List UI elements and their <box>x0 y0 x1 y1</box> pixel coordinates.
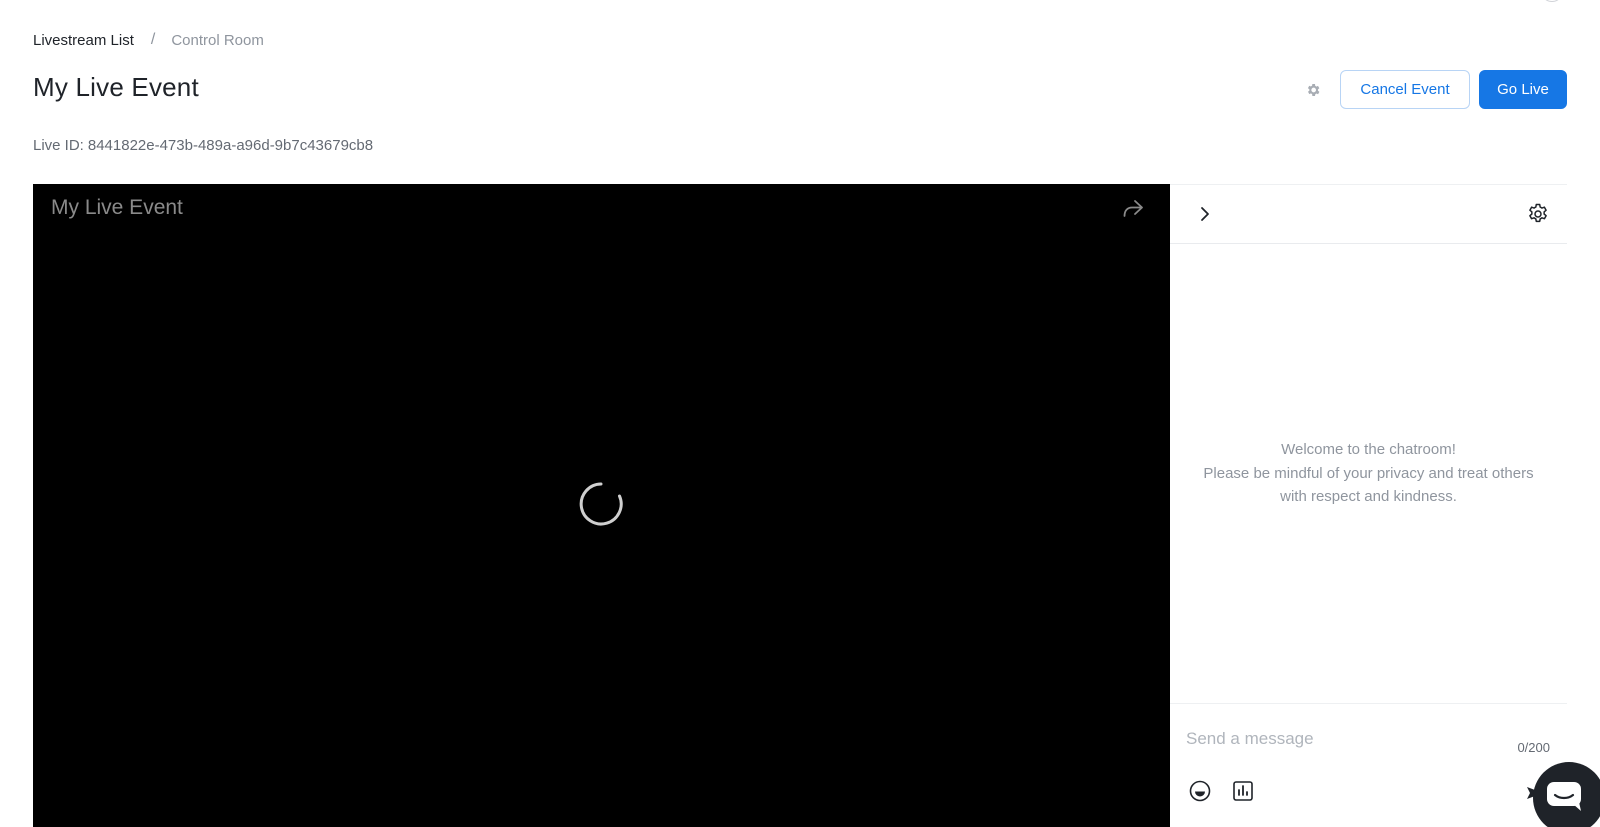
live-id-value: 8441822e-473b-489a-a96d-9b7c43679cb8 <box>87 137 374 154</box>
cancel-event-button[interactable]: Cancel Event <box>1340 70 1470 109</box>
message-input[interactable] <box>1186 726 1486 752</box>
header-actions: Cancel Event Go Live <box>1304 70 1567 109</box>
poll-bar-chart-icon[interactable] <box>1231 779 1255 803</box>
chat-composer: 0/200 <box>1170 703 1567 827</box>
go-live-button[interactable]: Go Live <box>1479 70 1567 109</box>
chat-welcome-message: Welcome to the chatroom! Please be mindf… <box>1170 438 1567 509</box>
live-id-label: Live ID: <box>33 137 84 154</box>
character-counter: 0/200 <box>1517 740 1550 755</box>
share-icon[interactable] <box>1120 196 1146 222</box>
video-player[interactable]: My Live Event <box>33 184 1170 827</box>
page-title: My Live Event <box>33 72 199 102</box>
chat-panel: Welcome to the chatroom! Please be mindf… <box>1170 184 1567 827</box>
chat-header <box>1170 184 1567 244</box>
chat-settings-gear-icon[interactable] <box>1526 202 1550 226</box>
event-settings-icon[interactable] <box>1304 81 1322 99</box>
breadcrumb-control-room: Control Room <box>171 31 264 49</box>
emoji-icon[interactable] <box>1188 779 1212 803</box>
breadcrumb-livestream-list[interactable]: Livestream List <box>33 32 134 49</box>
welcome-line-3: with respect and kindness. <box>1280 488 1457 505</box>
video-title: My Live Event <box>51 196 183 219</box>
welcome-line-2: Please be mindful of your privacy and tr… <box>1203 464 1534 482</box>
live-id: Live ID: 8441822e-473b-489a-a96d-9b7c4367… <box>33 137 373 154</box>
breadcrumb: Livestream List / Control Room <box>33 31 264 49</box>
control-room-page: Livestream List / Control Room My Live E… <box>0 0 1600 827</box>
support-chat-button[interactable] <box>1533 762 1600 827</box>
welcome-line-1: Welcome to the chatroom! <box>1281 441 1456 458</box>
loading-spinner-icon <box>579 482 623 526</box>
chevron-right-icon[interactable] <box>1194 203 1216 225</box>
breadcrumb-separator: / <box>150 31 156 48</box>
chat-bubble-icon <box>1547 782 1581 811</box>
corner-indicator <box>1544 0 1560 2</box>
